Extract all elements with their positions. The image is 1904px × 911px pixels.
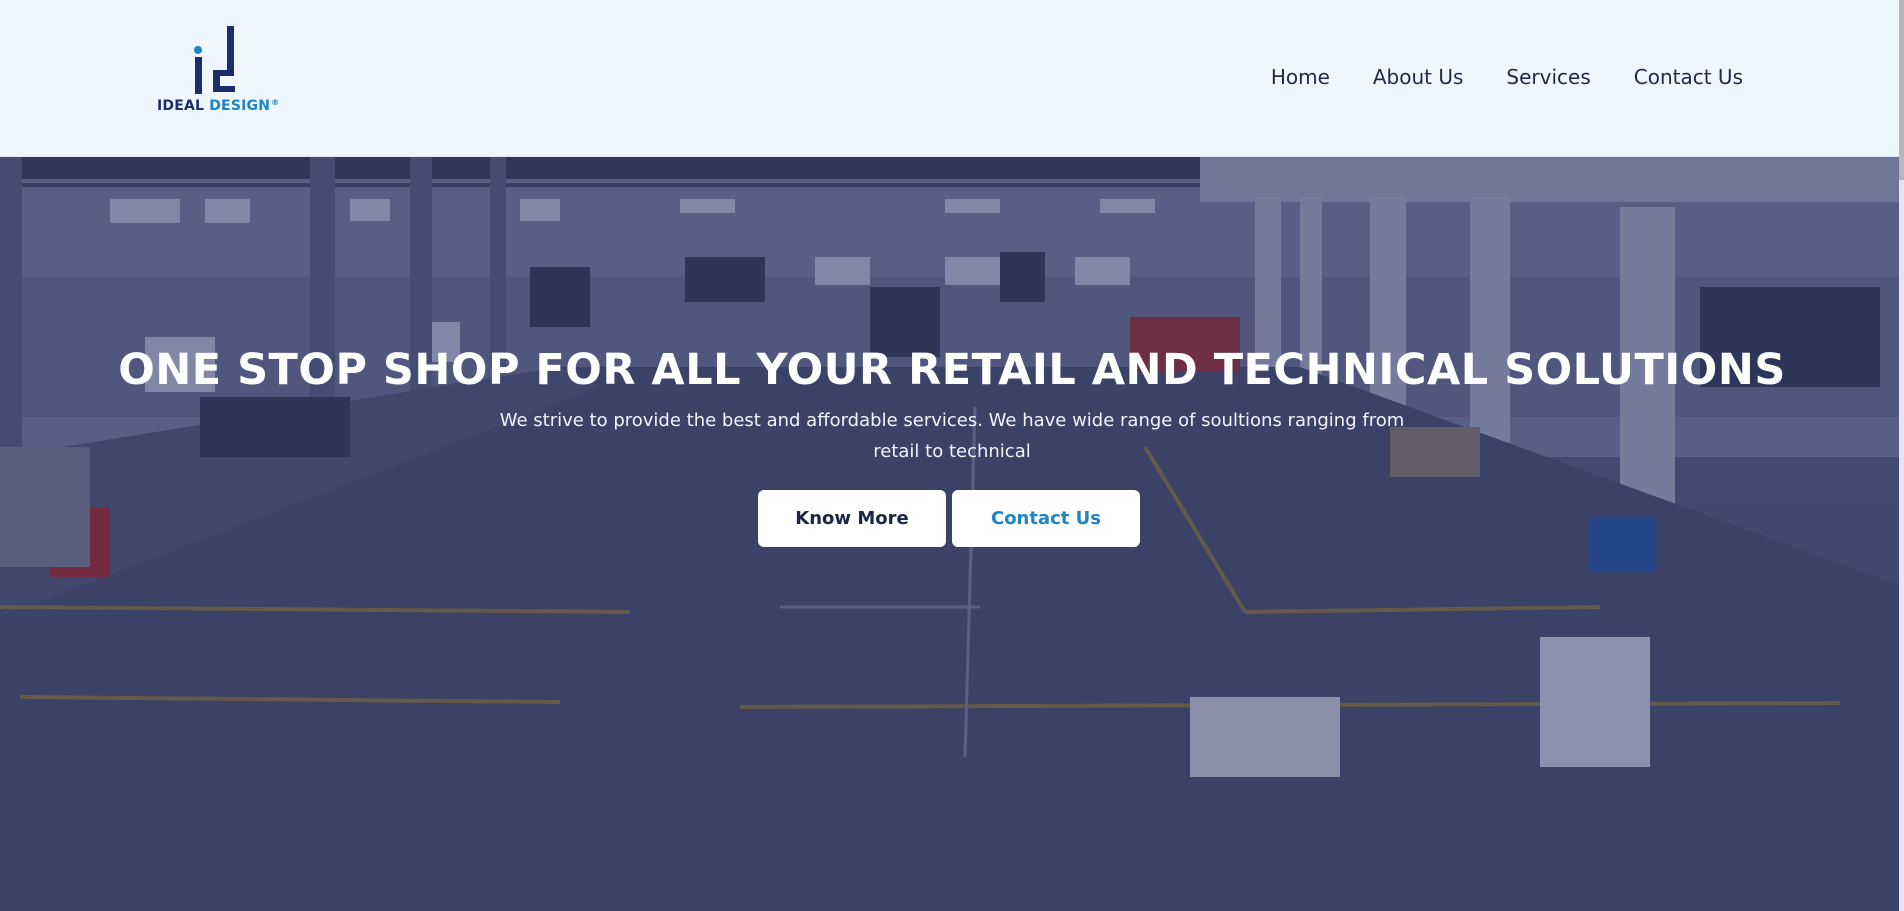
- hero-subtitle: We strive to provide the best and afford…: [499, 410, 1405, 462]
- brand-name: IDEAL DESIGN®: [157, 98, 279, 114]
- know-more-button[interactable]: Know More: [758, 490, 946, 547]
- page-scrollbar[interactable]: [1899, 0, 1904, 911]
- site-header: IDEAL DESIGN® Home About Us Services Con…: [0, 0, 1904, 157]
- scrollbar-thumb[interactable]: [1899, 0, 1904, 180]
- hero-section: ONE STOP SHOP FOR ALL YOUR RETAIL AND TE…: [0, 157, 1904, 911]
- registered-mark: ®: [271, 98, 280, 107]
- nav-about-us[interactable]: About Us: [1373, 64, 1464, 90]
- nav-services[interactable]: Services: [1506, 64, 1590, 90]
- nav-home[interactable]: Home: [1271, 64, 1330, 90]
- hero-title: ONE STOP SHOP FOR ALL YOUR RETAIL AND TE…: [118, 345, 1786, 395]
- contact-us-button[interactable]: Contact Us: [952, 490, 1140, 547]
- logo-mark-icon: [194, 26, 235, 94]
- brand-logo[interactable]: IDEAL DESIGN®: [157, 24, 287, 120]
- brand-word-design: DESIGN: [209, 98, 271, 114]
- nav-contact-us[interactable]: Contact Us: [1634, 64, 1743, 90]
- brand-word-ideal: IDEAL: [157, 98, 205, 114]
- main-nav: Home About Us Services Contact Us: [1271, 64, 1743, 90]
